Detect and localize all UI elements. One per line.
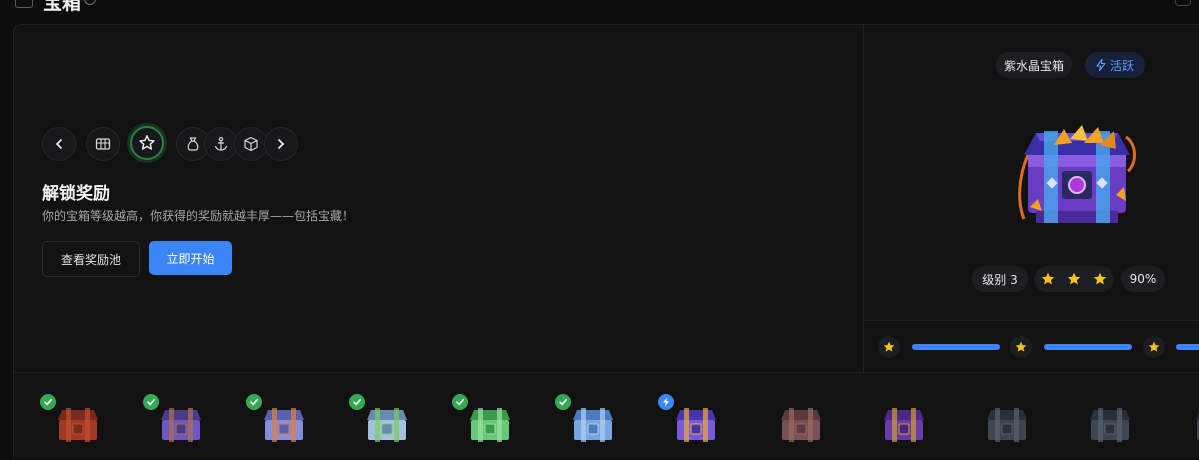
star-rating (1034, 266, 1114, 292)
cube-icon[interactable] (234, 127, 268, 161)
completed-check-icon (349, 394, 365, 410)
star-icon[interactable] (130, 126, 164, 160)
chest-icon (367, 408, 407, 442)
chest-icon (58, 408, 98, 442)
active-status-badge: 活跃 (1085, 52, 1145, 78)
anchor-icon[interactable] (204, 127, 238, 161)
chest-icon (676, 408, 716, 442)
chest-thumbnail[interactable] (246, 394, 308, 446)
progress-segment (1176, 344, 1199, 350)
progress-segment (912, 344, 1000, 350)
chest-thumbnail[interactable] (143, 394, 205, 446)
chest-icon (1090, 408, 1130, 442)
chest-name-badge: 紫水晶宝箱 (996, 52, 1072, 78)
star-rating-icons (1041, 272, 1107, 285)
chest-thumbnail[interactable] (452, 394, 514, 446)
chest-icon (781, 408, 821, 442)
section-heading: 解锁奖励 (42, 184, 110, 204)
reward-intro: 解锁奖励 你的宝箱等级越高，你获得的奖励就越丰厚——包括宝藏！ 查看奖励池 立即… (14, 25, 864, 372)
progress-segment (1044, 344, 1132, 350)
grid-icon[interactable] (86, 127, 120, 161)
chest-thumbnail[interactable] (658, 394, 720, 446)
start-now-button[interactable]: 立即开始 (149, 241, 232, 275)
chest-thumbnail[interactable] (777, 400, 825, 446)
chest-thumbnail[interactable] (880, 400, 928, 446)
page-title: 宝箱 (43, 0, 82, 14)
completed-check-icon (452, 394, 468, 410)
chest-icon (1196, 412, 1199, 440)
chest-panel: 解锁奖励 你的宝箱等级越高，你获得的奖励就越丰厚——包括宝藏！ 查看奖励池 立即… (13, 24, 1199, 459)
section-description: 你的宝箱等级越高，你获得的奖励就越丰厚——包括宝藏！ (42, 209, 355, 223)
chest-icon (264, 408, 304, 442)
sidebar-icon[interactable] (15, 0, 33, 8)
chest-icon (573, 408, 613, 442)
chevron-right-icon[interactable] (264, 127, 298, 161)
completed-check-icon (40, 394, 56, 410)
info-icon[interactable] (84, 0, 96, 5)
milestone-star-icon (1010, 336, 1032, 358)
view-reward-pool-button[interactable]: 查看奖励池 (42, 241, 140, 277)
lightning-icon (1096, 59, 1106, 71)
level-badge: 级别 3 (972, 266, 1028, 292)
completed-check-icon (143, 394, 159, 410)
active-lightning-icon (658, 394, 674, 410)
chest-thumbnail[interactable] (983, 400, 1031, 446)
chest-icon (161, 408, 201, 442)
chest-collection-strip (14, 372, 1199, 460)
chest-thumbnail[interactable] (555, 394, 617, 446)
status-label: 活跃 (1109, 58, 1134, 73)
top-bar: 宝箱 (0, 0, 1199, 24)
progress-percent-badge: 90% (1121, 266, 1165, 292)
chest-detail: 紫水晶宝箱 活跃 级别 3 90% (864, 25, 1199, 372)
chest-icon (987, 408, 1027, 442)
window-corner-button[interactable] (1175, 0, 1191, 6)
milestone-star-icon (878, 336, 900, 358)
chest-thumbnail[interactable] (40, 394, 102, 446)
chevron-left-icon[interactable] (42, 127, 76, 161)
chest-thumbnail[interactable] (349, 394, 411, 446)
chest-thumbnail[interactable] (1086, 400, 1134, 446)
chest-thumbnail[interactable] (1192, 400, 1199, 446)
chest-icon (470, 408, 510, 442)
chest-icon (884, 408, 924, 442)
level-progress-track (864, 320, 1199, 373)
milestone-star-icon (1143, 336, 1165, 358)
amethyst-chest-image (1018, 125, 1136, 223)
completed-check-icon (555, 394, 571, 410)
completed-check-icon (246, 394, 262, 410)
